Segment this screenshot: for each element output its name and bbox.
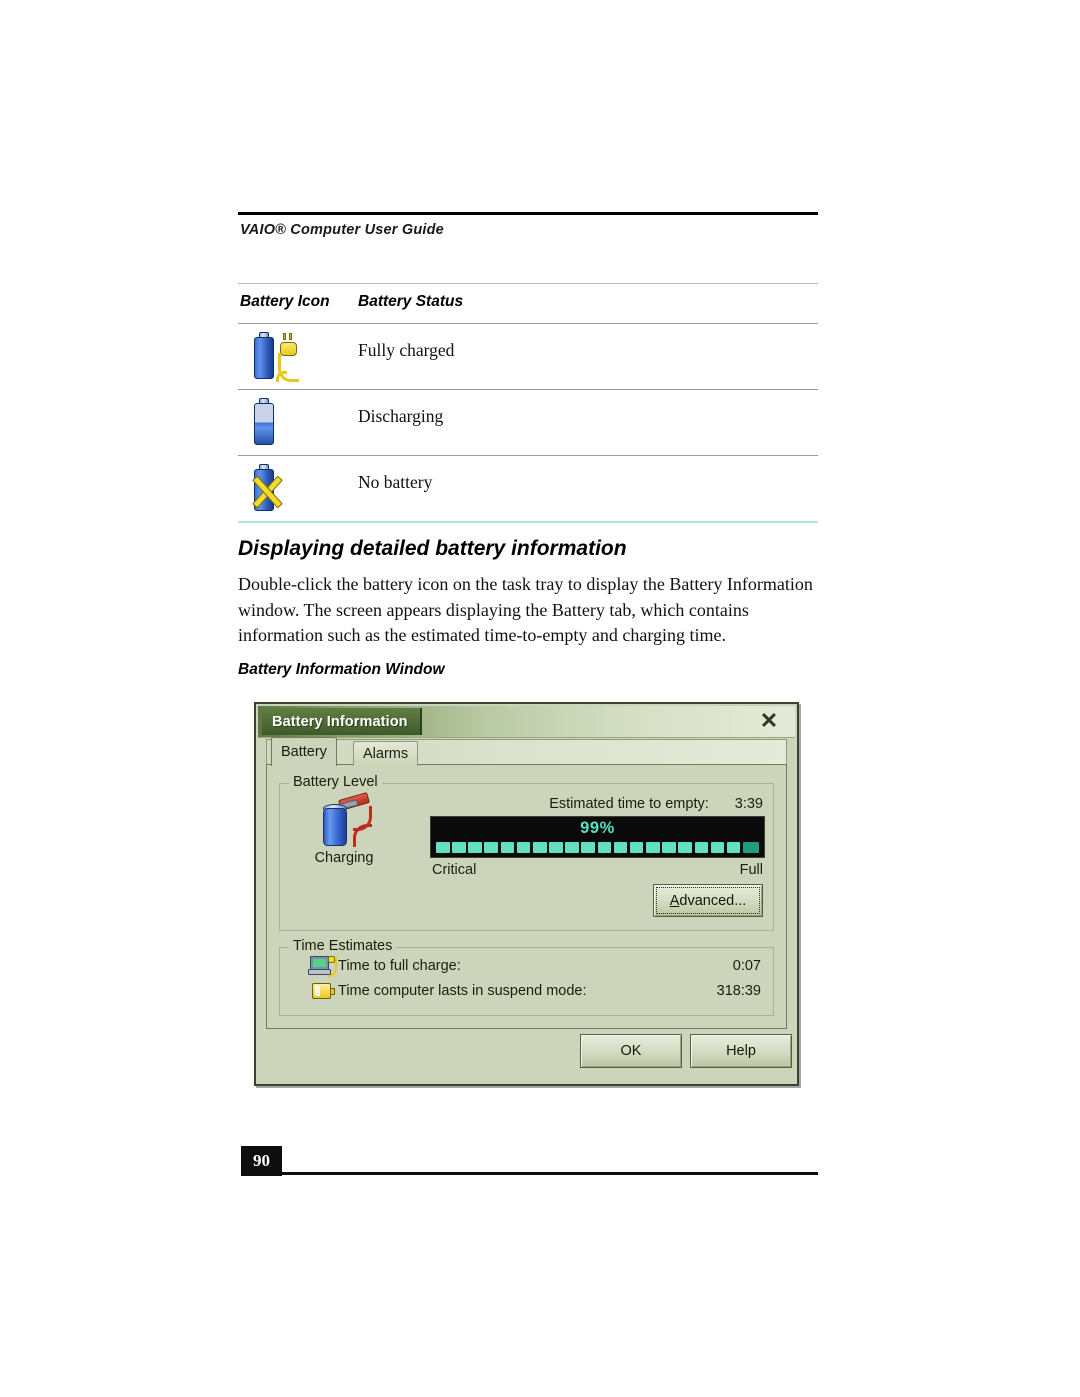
table-header-row: Battery Icon Battery Status	[238, 284, 818, 323]
battery-meter-segment	[694, 842, 709, 853]
time-estimate-row: Time to full charge: 0:07	[280, 956, 763, 980]
figure-caption: Battery Information Window	[238, 661, 445, 678]
tab-battery[interactable]: Battery	[271, 737, 337, 766]
battery-plugged-icon	[250, 329, 304, 385]
battery-percent-text: 99%	[580, 819, 615, 837]
plug-cord-lower	[276, 371, 287, 382]
battery-meter-segment	[710, 842, 725, 853]
time-estimates-group: Time Estimates Time to full charge: 0:07	[279, 938, 774, 1016]
time-estimates-legend: Time Estimates	[289, 938, 397, 954]
table-row: Discharging	[238, 390, 818, 455]
table-row: Fully charged	[238, 324, 818, 389]
page-number-badge: 90	[241, 1146, 282, 1176]
battery-half-icon	[250, 395, 304, 451]
advanced-button-label: Advanced...	[670, 893, 747, 909]
header-rule	[238, 212, 818, 215]
status-text: No battery	[358, 472, 433, 492]
battery-meter-segment	[646, 842, 660, 853]
estimated-time-row: Estimated time to empty: 3:39	[430, 794, 763, 814]
tab-strip: Alarms Battery	[266, 737, 787, 766]
dialog-titlebar[interactable]: Battery Information ✕	[258, 706, 795, 738]
laptop-screen	[310, 956, 329, 970]
charging-label: Charging	[314, 850, 374, 866]
battery-level-meter: 99%	[430, 816, 765, 858]
dialog-title: Battery Information	[272, 713, 408, 730]
battery-meter-segment	[452, 842, 466, 853]
dialog-title-chip: Battery Information	[262, 708, 422, 735]
battery-meter-segment	[436, 842, 450, 853]
time-estimate-row: Time computer lasts in suspend mode: 318…	[280, 981, 763, 1005]
running-header: VAIO® Computer User Guide	[240, 222, 444, 238]
battery-meter-segment	[662, 842, 676, 853]
battery-status-table: Battery Icon Battery Status Fully charge…	[238, 283, 818, 523]
estimated-time-value: 3:39	[734, 796, 763, 812]
x-overlay-icon	[250, 475, 284, 509]
battery-cylinder	[323, 808, 347, 846]
advanced-button-rest: dvanced...	[679, 892, 747, 909]
battery-suspend-icon	[312, 983, 336, 1000]
status-text: Discharging	[358, 406, 444, 426]
ok-button[interactable]: OK	[580, 1034, 682, 1068]
tab-alarms[interactable]: Alarms	[353, 741, 419, 766]
meter-scale-labels: Critical Full	[430, 862, 765, 880]
battery-body-half	[254, 403, 274, 445]
advanced-button[interactable]: Advanced...	[653, 884, 763, 917]
estimated-time-label: Estimated time to empty:	[549, 796, 709, 812]
battery-meter-segments	[436, 842, 759, 853]
battery-meter-segment	[597, 842, 612, 853]
page-number: 90	[253, 1151, 270, 1170]
battery-meter-segment	[565, 842, 579, 853]
battery-level-legend: Battery Level	[289, 774, 382, 790]
advanced-accel: A	[669, 892, 680, 909]
table-rule-bottom	[238, 521, 818, 523]
battery-meter-segment	[678, 842, 692, 853]
close-icon[interactable]: ✕	[757, 709, 781, 733]
tab-battery-label: Battery	[281, 744, 327, 760]
suspend-battery-body	[312, 983, 331, 999]
battery-information-window: Battery Information ✕ Alarms Battery Bat…	[254, 702, 799, 1086]
battery-meter-segment	[532, 842, 547, 853]
battery-meter-segment	[468, 842, 482, 853]
scale-high-label: Full	[739, 862, 763, 878]
time-to-full-charge-value: 0:07	[732, 958, 761, 974]
battery-charging-clamp-icon	[315, 792, 373, 848]
battery-meter-segment	[726, 842, 741, 853]
section-heading: Displaying detailed battery information	[238, 537, 627, 560]
battery-meter-segment	[549, 842, 563, 853]
battery-meter-segment	[742, 842, 759, 853]
power-plug	[328, 956, 335, 963]
column-header-battery-icon: Battery Icon	[240, 293, 330, 310]
battery-body	[254, 337, 274, 379]
battery-meter-segment	[613, 842, 628, 853]
help-button[interactable]: Help	[690, 1034, 792, 1068]
battery-meter-segment	[629, 842, 644, 853]
tab-alarms-label: Alarms	[363, 746, 409, 762]
time-to-full-charge-label: Time to full charge:	[338, 958, 461, 974]
status-text: Fully charged	[358, 340, 455, 360]
ok-button-label: OK	[620, 1043, 642, 1059]
charging-indicator: Charging	[296, 792, 392, 866]
battery-meter-segment	[581, 842, 595, 853]
section-paragraph: Double-click the battery icon on the tas…	[238, 574, 813, 645]
help-button-label: Help	[726, 1043, 756, 1059]
suspend-mode-value: 318:39	[716, 983, 761, 999]
battery-x-icon	[250, 461, 304, 517]
cable-lower	[353, 824, 372, 847]
table-row: No battery	[238, 456, 818, 521]
footer-rule	[282, 1172, 818, 1175]
battery-meter-segment	[500, 842, 515, 853]
laptop-plugged-icon	[308, 956, 338, 978]
suspend-mode-label: Time computer lasts in suspend mode:	[338, 983, 587, 999]
document-page: VAIO® Computer User Guide Battery Icon B…	[0, 0, 1080, 1397]
column-header-battery-status: Battery Status	[358, 293, 464, 310]
battery-meter-segment	[484, 842, 499, 853]
tab-panel-battery: Battery Level Charging Estimated time to…	[266, 764, 787, 1029]
battery-level-group: Battery Level Charging Estimated time to…	[279, 774, 774, 931]
suspend-battery-tip	[330, 988, 335, 995]
battery-meter-segment	[516, 842, 531, 853]
scale-low-label: Critical	[432, 862, 477, 878]
